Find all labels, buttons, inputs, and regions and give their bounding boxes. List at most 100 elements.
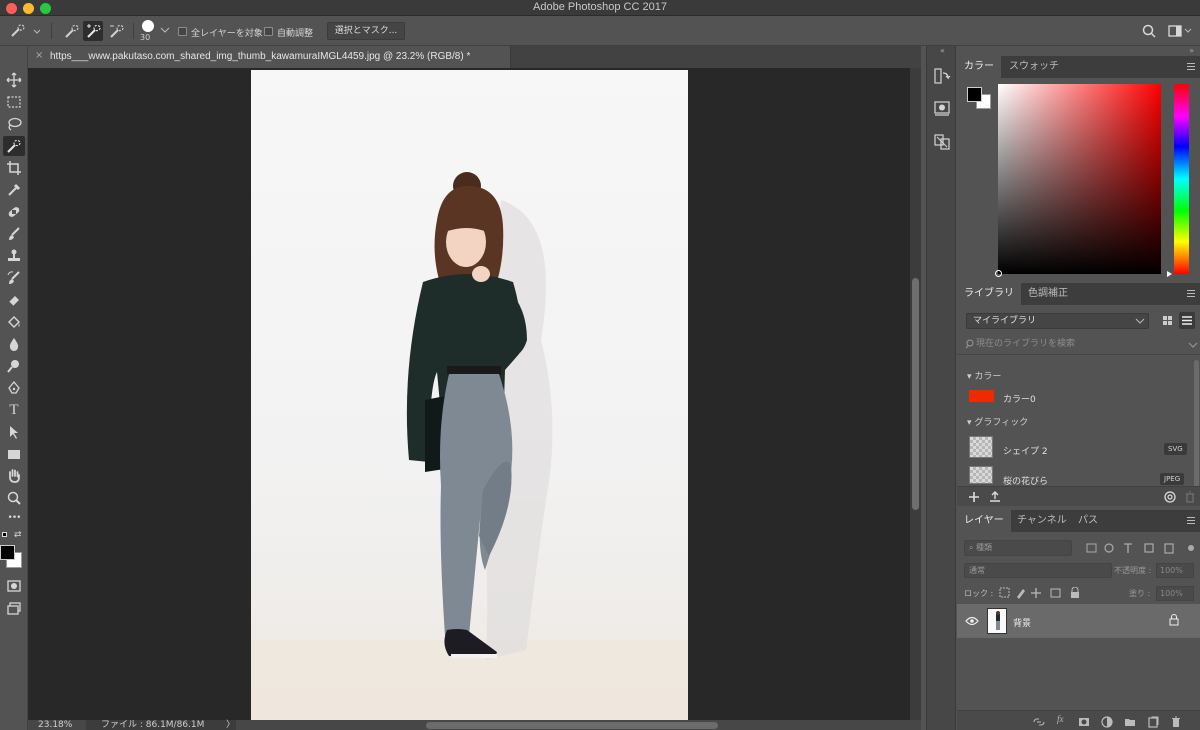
hue-slider[interactable] xyxy=(1174,84,1189,274)
dodge-tool[interactable] xyxy=(3,356,25,376)
search-button[interactable] xyxy=(1141,23,1157,39)
type-tool[interactable]: T xyxy=(3,400,25,420)
glyphs-panel-button[interactable] xyxy=(932,132,952,152)
zoom-tool[interactable] xyxy=(3,488,25,508)
layer-name[interactable]: 背景 xyxy=(1013,616,1031,629)
stamp-tool[interactable] xyxy=(3,246,25,266)
document-tab[interactable]: × https___www.pakutaso.com_shared_img_th… xyxy=(28,46,511,68)
foreground-color[interactable] xyxy=(0,545,15,560)
creative-cloud-icon[interactable] xyxy=(1162,491,1178,503)
library-panel-menu-icon[interactable] xyxy=(1187,290,1195,297)
filter-icons[interactable] xyxy=(1085,541,1195,555)
status-menu-arrow[interactable]: 〉 xyxy=(226,720,235,730)
blend-mode-select[interactable]: 通常 xyxy=(964,563,1112,578)
healing-brush-tool[interactable] xyxy=(3,202,25,222)
select-and-mask-button[interactable]: 選択とマスク... xyxy=(327,22,405,40)
hue-slider-marker[interactable] xyxy=(1167,271,1172,277)
library-graphics-section[interactable]: ▾ グラフィック xyxy=(967,415,1028,428)
lasso-tool[interactable] xyxy=(3,114,25,134)
paint-bucket-tool[interactable] xyxy=(3,312,25,332)
blur-tool[interactable] xyxy=(3,334,25,354)
fill-label: 塗り : xyxy=(1129,589,1151,598)
eraser-tool[interactable] xyxy=(3,290,25,310)
chevron-down-icon xyxy=(1188,342,1198,348)
document-image[interactable] xyxy=(251,70,688,720)
library-graphic-thumbnail[interactable] xyxy=(969,436,993,458)
move-tool[interactable] xyxy=(3,70,25,90)
library-graphic-label[interactable]: シェイプ 2 xyxy=(1003,444,1048,457)
workspace-switcher[interactable] xyxy=(1167,23,1193,39)
eyedropper-tool[interactable] xyxy=(3,180,25,200)
add-to-selection-button[interactable] xyxy=(83,21,103,41)
layer-row[interactable]: 背景 xyxy=(957,604,1200,638)
collapse-dock-icon[interactable]: « xyxy=(940,46,945,55)
upload-icon[interactable] xyxy=(989,491,1001,503)
trash-icon[interactable] xyxy=(1170,716,1182,728)
sample-all-layers-checkbox[interactable] xyxy=(178,27,187,36)
quick-selection-tool[interactable] xyxy=(3,136,25,156)
rectangle-tool[interactable] xyxy=(3,444,25,464)
library-scrollbar[interactable] xyxy=(1194,360,1199,490)
tab-color[interactable]: カラー xyxy=(957,56,1001,78)
tab-paths[interactable]: パス xyxy=(1071,510,1105,532)
tab-layers[interactable]: レイヤー xyxy=(957,510,1011,532)
layer-filter-select[interactable]: ⌕ 種類 xyxy=(964,540,1072,556)
brush-tool[interactable] xyxy=(3,224,25,244)
collapse-panels-icon[interactable]: » xyxy=(1189,46,1194,55)
color-panel-menu-icon[interactable] xyxy=(1187,63,1195,70)
tab-channels[interactable]: チャンネル xyxy=(1010,510,1074,532)
close-tab-button[interactable]: × xyxy=(35,50,43,61)
link-layers-icon[interactable] xyxy=(1033,716,1045,728)
tab-adjustments[interactable]: 色調補正 xyxy=(1021,283,1075,305)
library-select[interactable]: マイライブラリ xyxy=(966,313,1149,329)
adjustment-layer-icon[interactable] xyxy=(1101,716,1113,728)
zoom-level[interactable]: 23.18% xyxy=(38,720,72,730)
brush-size-picker[interactable]: 30 xyxy=(140,19,170,45)
vertical-scroll-thumb[interactable] xyxy=(912,278,919,510)
crop-tool[interactable] xyxy=(3,158,25,178)
new-layer-icon[interactable] xyxy=(1147,716,1159,728)
layers-panel-menu-icon[interactable] xyxy=(1187,517,1195,524)
tool-preset-picker[interactable] xyxy=(8,21,42,41)
color-field[interactable] xyxy=(995,84,1161,277)
library-graphic-thumbnail[interactable] xyxy=(969,466,993,484)
fx-icon[interactable]: fx xyxy=(1057,714,1064,724)
library-colors-section[interactable]: ▾ カラー xyxy=(967,369,1001,382)
marquee-tool[interactable] xyxy=(3,92,25,112)
quick-mask-mode[interactable] xyxy=(3,576,25,596)
history-panel-button[interactable] xyxy=(932,66,952,86)
quick-selection-icon xyxy=(11,24,41,37)
grid-view-button[interactable] xyxy=(1161,314,1174,327)
history-brush-tool[interactable] xyxy=(3,268,25,288)
tab-libraries[interactable]: ライブラリ xyxy=(957,283,1021,305)
vertical-scrollbar[interactable] xyxy=(910,68,921,720)
horizontal-scroll-thumb[interactable] xyxy=(426,722,718,729)
add-mask-icon[interactable] xyxy=(1078,716,1090,728)
foreground-color-swatch[interactable] xyxy=(967,87,982,102)
add-icon[interactable] xyxy=(968,491,980,503)
path-selection-tool[interactable] xyxy=(3,422,25,442)
pen-tool[interactable] xyxy=(3,378,25,398)
auto-enhance-checkbox[interactable] xyxy=(264,27,273,36)
trash-icon[interactable] xyxy=(1184,491,1196,503)
library-color-label[interactable]: カラー0 xyxy=(1003,392,1036,405)
folder-icon[interactable] xyxy=(1124,716,1136,728)
subtract-from-selection-button[interactable] xyxy=(106,21,126,41)
screen-mode[interactable] xyxy=(3,598,25,618)
more-tools[interactable]: ••• xyxy=(3,510,25,530)
layer-comps-panel-button[interactable] xyxy=(932,98,952,118)
default-colors[interactable] xyxy=(2,532,10,540)
fill-input[interactable]: 100% xyxy=(1156,586,1194,601)
library-search[interactable]: 現在のライブラリを検索 xyxy=(962,336,1198,352)
color-picker-marker[interactable] xyxy=(995,270,1002,277)
hand-tool[interactable] xyxy=(3,466,25,486)
library-color-swatch[interactable] xyxy=(969,390,994,402)
lock-buttons[interactable] xyxy=(999,587,1083,599)
swap-colors[interactable]: ⇄ xyxy=(14,530,22,540)
new-selection-button[interactable] xyxy=(61,21,81,41)
canvas-area[interactable] xyxy=(28,68,910,720)
tab-swatches[interactable]: スウォッチ xyxy=(1002,56,1066,78)
list-view-button[interactable] xyxy=(1179,312,1195,329)
opacity-input[interactable]: 100% xyxy=(1156,563,1194,578)
eye-icon[interactable] xyxy=(965,616,979,626)
